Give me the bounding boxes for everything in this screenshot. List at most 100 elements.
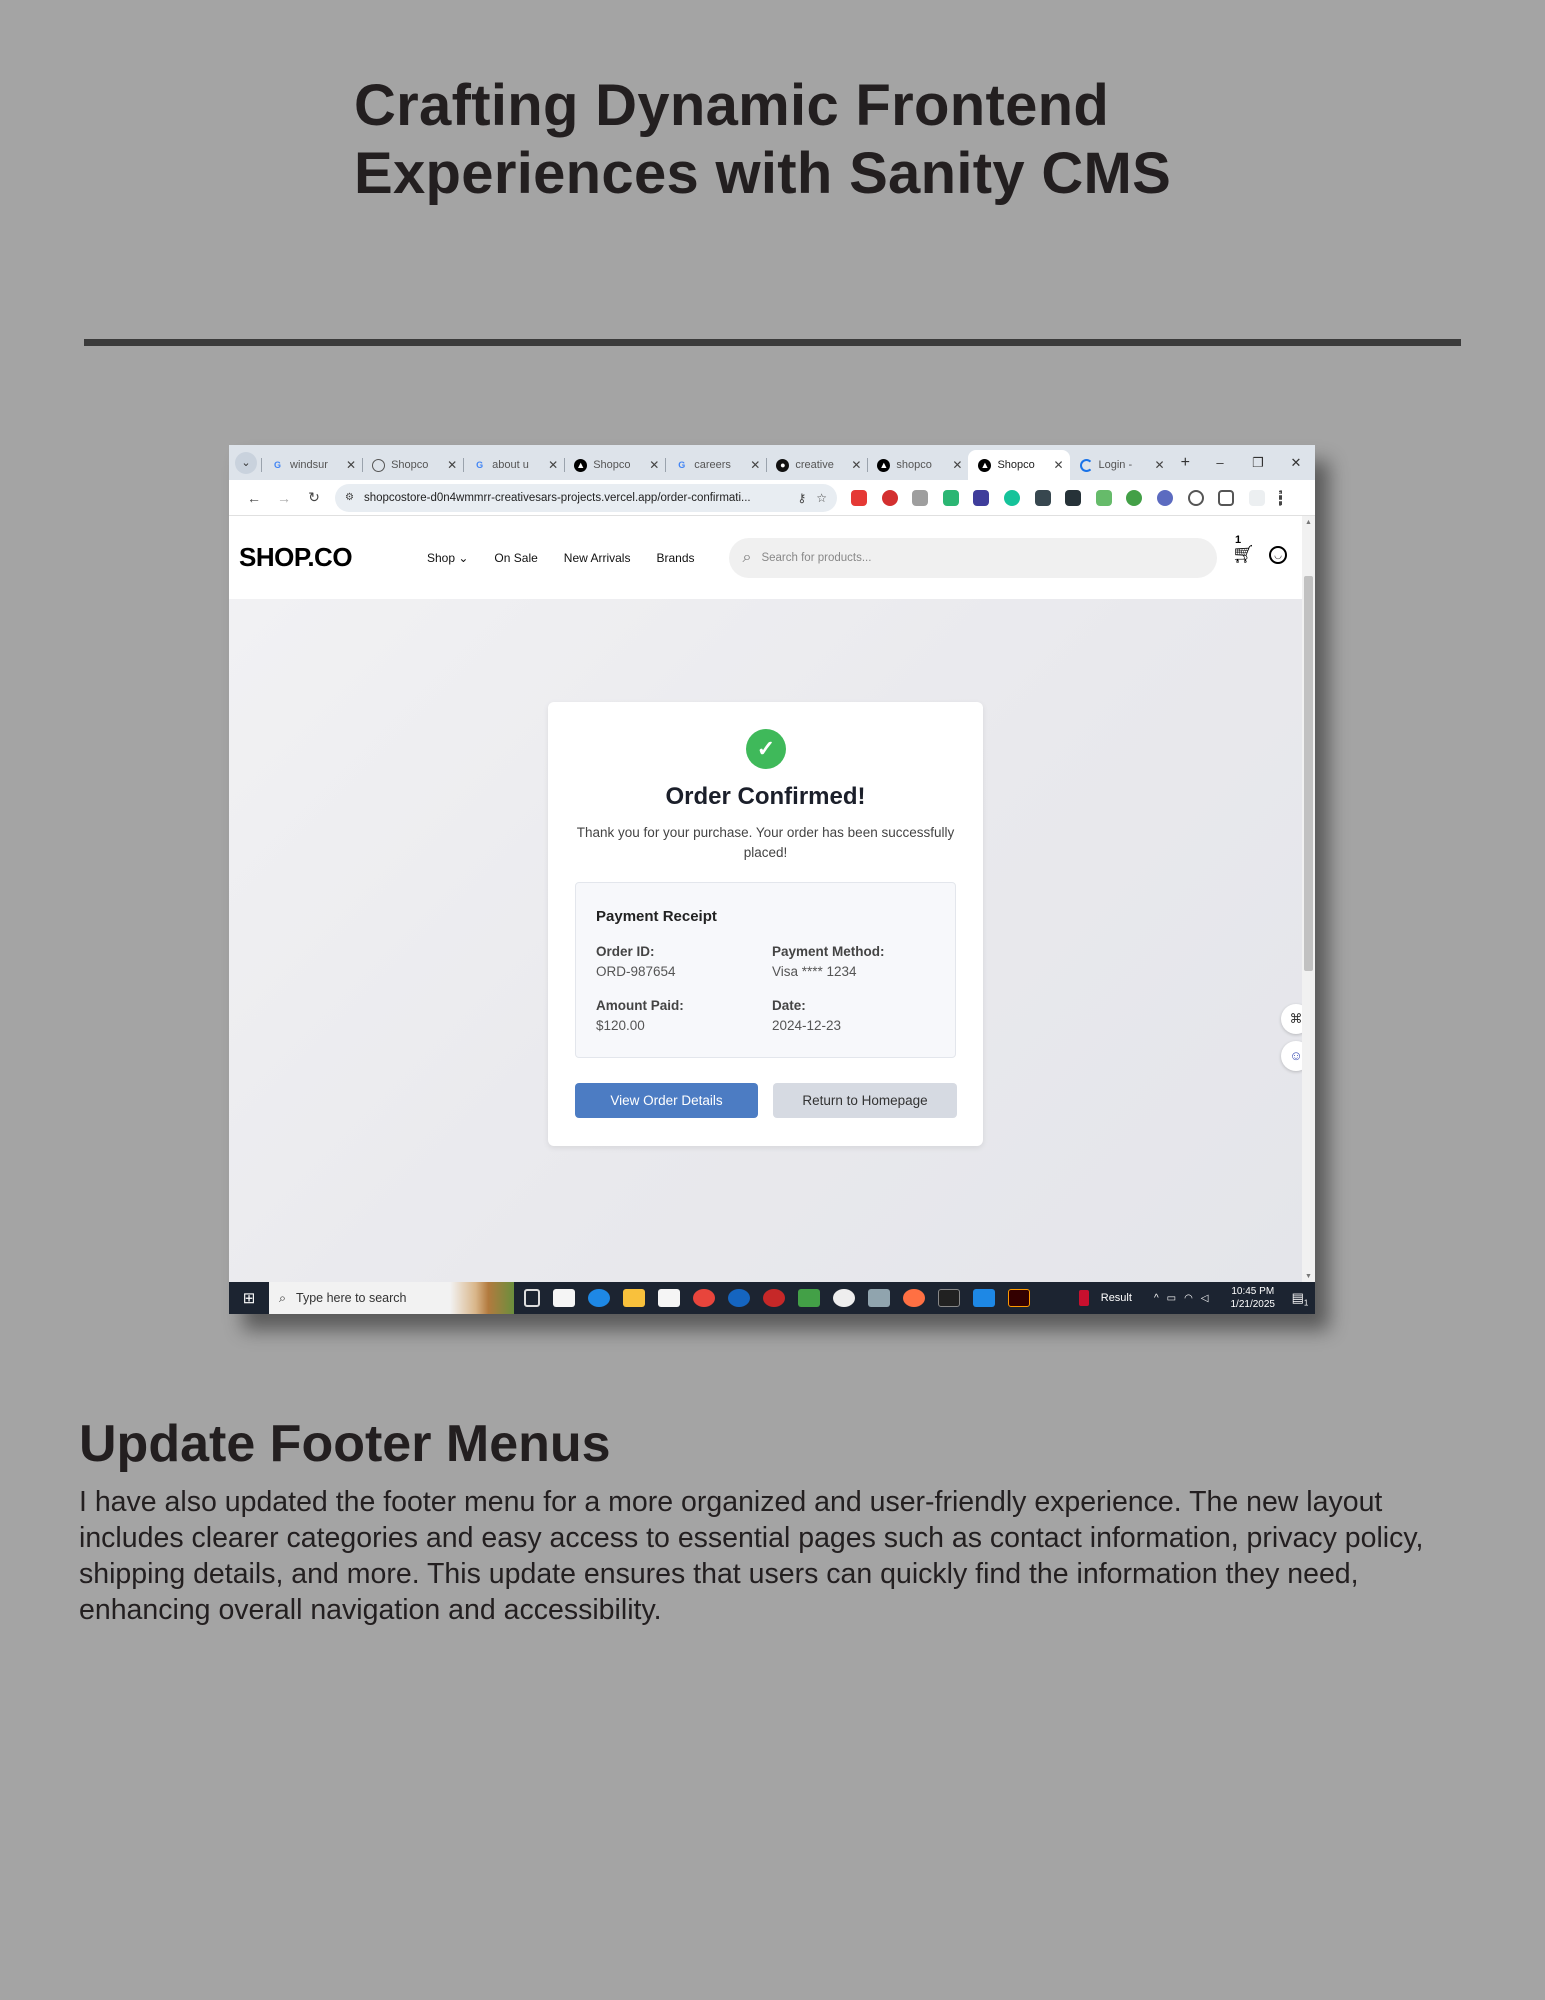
task-view-icon[interactable] <box>524 1289 540 1307</box>
disk-icon[interactable] <box>868 1289 890 1307</box>
password-key-icon[interactable]: ⚷ <box>797 491 806 505</box>
close-icon[interactable]: ✕ <box>649 458 659 472</box>
browser-tab-active[interactable]: ▲ Shopco ✕ <box>968 450 1070 480</box>
payment-receipt: Payment Receipt Order ID: ORD-987654 Pay… <box>575 882 956 1058</box>
date-label: Date: <box>772 998 806 1013</box>
nav-new-arrivals[interactable]: New Arrivals <box>564 551 631 565</box>
purple-extension-icon[interactable] <box>973 489 990 506</box>
camera-extension-icon[interactable] <box>912 489 929 506</box>
tab-label: Login - <box>1098 459 1133 471</box>
edge-icon[interactable] <box>588 1289 610 1307</box>
close-icon[interactable]: ✕ <box>346 458 356 472</box>
document-title-line-1: Crafting Dynamic Frontend <box>354 73 1110 138</box>
minimize-icon[interactable]: – <box>1201 455 1239 470</box>
menu-dots-icon[interactable] <box>1279 489 1283 506</box>
browser-tab[interactable]: ● creative ✕ <box>766 450 867 480</box>
chrome-icon[interactable] <box>693 1289 715 1307</box>
notification-icon[interactable]: ▤1 <box>1285 1282 1315 1314</box>
new-tab-button[interactable]: + <box>1181 454 1190 472</box>
vercel-icon: ▲ <box>978 458 992 472</box>
browser-tab[interactable]: ▲ Shopco ✕ <box>564 450 665 480</box>
product-search-input[interactable]: ⌕ Search for products... <box>728 537 1217 578</box>
success-check-icon: ✓ <box>746 729 786 769</box>
account-icon[interactable]: ◡ <box>1269 546 1287 564</box>
store-icon[interactable] <box>658 1289 680 1307</box>
scroll-down-icon[interactable]: ▼ <box>1305 1273 1312 1280</box>
close-icon[interactable]: ✕ <box>548 458 558 472</box>
browser-tab[interactable]: G windsur ✕ <box>261 450 362 480</box>
clock-time: 10:45 PM <box>1231 1286 1275 1297</box>
grammarly-extension-icon[interactable] <box>1003 489 1020 506</box>
site-header: SHOP.CO Shop ⌄ On Sale New Arrivals Bran… <box>229 516 1302 599</box>
taskbar-clock[interactable]: 10:45 PM 1/21/2025 <box>1231 1285 1276 1311</box>
file-explorer-icon[interactable] <box>623 1289 645 1307</box>
settings-icon[interactable] <box>833 1289 855 1307</box>
return-to-homepage-button[interactable]: Return to Homepage <box>773 1083 957 1118</box>
close-icon[interactable]: ✕ <box>851 458 861 472</box>
cursor-app-icon[interactable] <box>728 1289 750 1307</box>
browser-tab[interactable]: Login - ✕ <box>1070 450 1171 480</box>
leaf-extension-icon[interactable] <box>1126 489 1143 506</box>
forward-icon[interactable]: → <box>269 490 299 506</box>
close-icon[interactable]: ✕ <box>952 458 962 472</box>
red-extension-icon[interactable] <box>881 489 898 506</box>
loading-icon <box>1079 458 1093 472</box>
tab-label: Shopco <box>997 459 1035 471</box>
notification-count: 1 <box>1303 1298 1309 1308</box>
lines-extension-icon[interactable] <box>1095 489 1112 506</box>
puzzle-extensions-icon[interactable] <box>1218 489 1235 506</box>
url-input[interactable]: ⚙ shopcostore-d0n4wmmrr-creativesars-pro… <box>335 483 837 512</box>
date-value: 2024-12-23 <box>772 1018 842 1033</box>
close-icon[interactable]: ✕ <box>1155 458 1165 472</box>
close-icon[interactable]: ✕ <box>1053 458 1063 472</box>
scroll-up-icon[interactable]: ▲ <box>1305 519 1312 526</box>
vscode-icon[interactable] <box>973 1289 995 1307</box>
section-divider <box>84 339 1461 346</box>
paint-icon[interactable] <box>798 1289 820 1307</box>
nba-icon[interactable] <box>1078 1290 1089 1306</box>
page-scrollbar[interactable]: ▲ ▼ <box>1302 516 1315 1282</box>
red-app-icon[interactable] <box>763 1289 785 1307</box>
reload-icon[interactable]: ↻ <box>299 489 329 506</box>
cart-icon[interactable]: 🛒︎ <box>1232 544 1255 565</box>
adblock-extension-icon[interactable] <box>851 489 867 506</box>
tab-search-button[interactable]: ⌄ <box>235 451 257 474</box>
restore-icon[interactable]: ❐ <box>1239 455 1277 471</box>
taskbar-apps <box>524 1289 1043 1307</box>
firefox-icon[interactable] <box>903 1289 925 1307</box>
site-info-icon[interactable]: ⚙ <box>345 492 354 503</box>
browser-tab[interactable]: ▲ shopco ✕ <box>867 450 968 480</box>
browser-tab[interactable]: G about u ✕ <box>463 450 564 480</box>
back-icon[interactable]: ← <box>239 490 269 506</box>
terminal-icon[interactable] <box>938 1289 960 1307</box>
tray-icons[interactable]: ^▭◠◁ <box>1154 1293 1217 1304</box>
green-extension-icon[interactable] <box>942 489 959 506</box>
order-id-field: Order ID: ORD-987654 <box>596 942 676 982</box>
close-icon[interactable]: ✕ <box>750 458 760 472</box>
nav-brands[interactable]: Brands <box>656 551 694 565</box>
mail-icon[interactable] <box>553 1289 575 1307</box>
browser-tab[interactable]: Shopco ✕ <box>362 450 463 480</box>
close-icon[interactable]: ✕ <box>447 458 457 472</box>
illustrator-icon[interactable] <box>1008 1289 1030 1307</box>
tab-label: creative <box>795 459 834 471</box>
browser-tab[interactable]: G careers ✕ <box>665 450 766 480</box>
view-order-details-button[interactable]: View Order Details <box>575 1083 758 1118</box>
tray-result-label[interactable]: Result <box>1101 1292 1132 1304</box>
site-logo[interactable]: SHOP.CO <box>239 542 379 573</box>
clock-date: 1/21/2025 <box>1230 1299 1276 1310</box>
vercel-icon: ▲ <box>877 458 891 472</box>
copilot-extension-icon[interactable] <box>1187 489 1204 506</box>
nav-shop[interactable]: Shop ⌄ <box>427 551 468 565</box>
receipt-title: Payment Receipt <box>596 908 717 925</box>
scrollbar-thumb[interactable] <box>1304 576 1313 971</box>
bookmark-star-icon[interactable]: ☆ <box>816 491 827 505</box>
profile-avatar-icon[interactable] <box>1248 489 1265 506</box>
taskbar-search-input[interactable]: ⌕ Type here to search <box>269 1282 514 1314</box>
nav-on-sale[interactable]: On Sale <box>494 551 537 565</box>
qr-extension-icon[interactable] <box>1034 489 1051 506</box>
dark-extension-icon[interactable] <box>1065 489 1082 506</box>
windows-start-icon[interactable]: ⊞ <box>229 1289 269 1307</box>
react-extension-icon[interactable] <box>1156 489 1173 506</box>
close-window-icon[interactable]: ✕ <box>1277 455 1315 471</box>
